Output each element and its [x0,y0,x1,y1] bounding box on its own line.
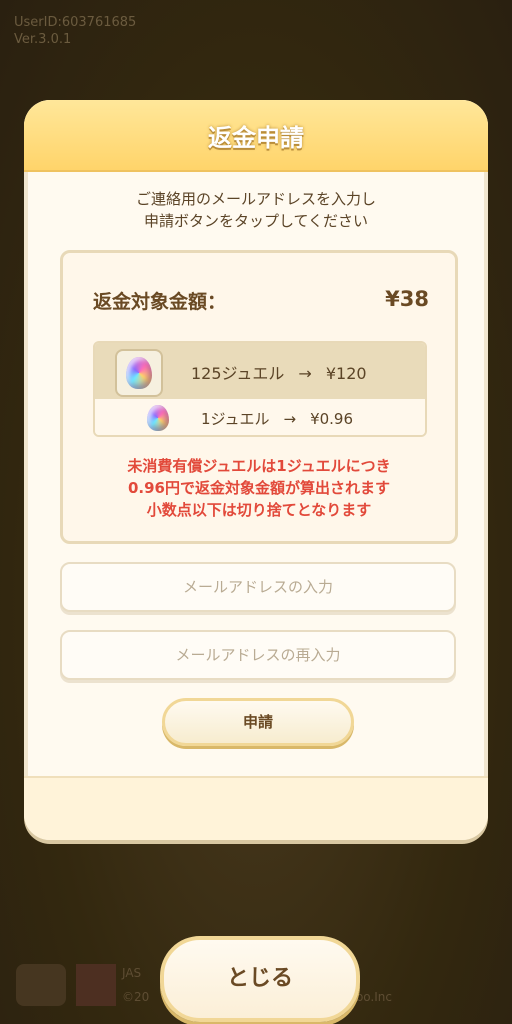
company-logo [16,964,66,1006]
refund-amount-label: 返金対象金額： [93,291,227,313]
notice-line: 未消費有償ジュエルは1ジュエルにつき [127,457,391,475]
refund-amount-value: ¥38 [385,287,429,311]
instruction-line-2: 申請ボタンをタップしてください [143,212,369,230]
rate-row-1: 1ジュエル → ¥0.96 [95,399,425,435]
arrow-icon: → [298,364,312,383]
dialog-footer [24,776,488,840]
dialog-title: 返金申請 [208,124,304,152]
jewel-pack-icon [115,349,163,397]
notice-line: 0.96円で返金対象金額が算出されます [127,479,390,497]
email-input[interactable]: メールアドレスの入力 [60,562,456,612]
copyright-left: JAS [122,966,142,980]
rate-gems: 125ジュエル [191,364,285,383]
apply-button[interactable]: 申請 [162,698,354,746]
rate-price: ¥120 [325,364,367,383]
instruction-text: ご連絡用のメールアドレスを入力し 申請ボタンをタップしてください [24,188,488,232]
version-text: Ver.3.0.1 [14,32,72,47]
email-confirm-input[interactable]: メールアドレスの再入力 [60,630,456,680]
user-info: UserID:603761685 Ver.3.0.1 [14,14,136,48]
rate-gems: 1ジュエル [201,410,270,428]
rate-price: ¥0.96 [310,410,354,428]
jewel-icon [147,405,169,431]
copyright-right: bo.Inc [355,990,392,1004]
user-id-text: UserID:603761685 [14,15,137,30]
arrow-icon: → [283,410,297,428]
jewel-icon [126,357,152,389]
refund-dialog: 返金申請 ご連絡用のメールアドレスを入力し 申請ボタンをタップしてください 返金… [24,100,488,840]
instruction-line-1: ご連絡用のメールアドレスを入力し [135,190,376,208]
rating-logo [76,964,116,1006]
refund-notice: 未消費有償ジュエルは1ジュエルにつき 0.96円で返金対象金額が算出されます 小… [63,455,455,521]
notice-line: 小数点以下は切り捨てとなります [146,501,372,519]
exchange-rate-table: 125ジュエル → ¥120 1ジュエル → ¥0.96 [93,341,427,437]
rate-text-125: 125ジュエル → ¥120 [191,360,367,384]
refund-info-panel: 返金対象金額： ¥38 125ジュエル → ¥120 1ジュエル → ¥0.96 未消費… [60,250,458,544]
copyright-line: ©20 [122,990,150,1004]
rate-row-125: 125ジュエル → ¥120 [95,343,425,399]
dialog-header: 返金申請 [24,100,488,172]
close-button[interactable]: とじる [160,936,360,1022]
rate-text-1: 1ジュエル → ¥0.96 [201,408,353,429]
